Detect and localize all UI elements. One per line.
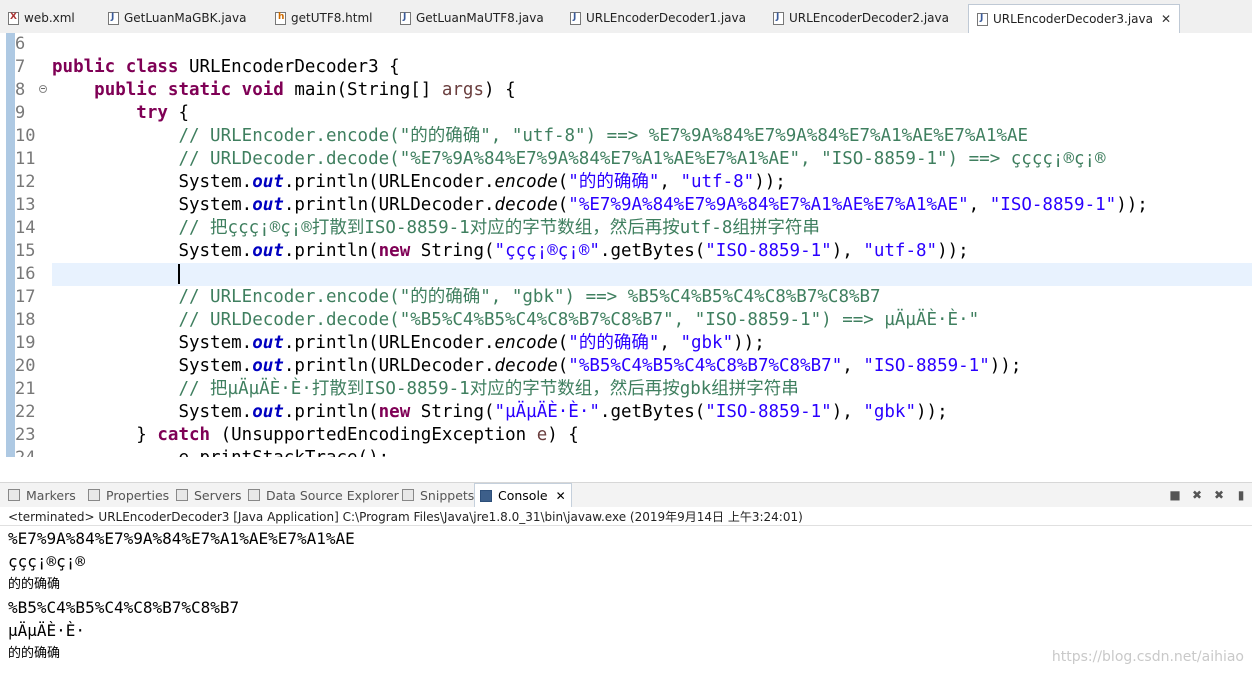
close-icon[interactable]: ✕: [1161, 12, 1171, 26]
line-number: 13: [15, 195, 36, 215]
tab-getutf8-html[interactable]: getUTF8.html: [275, 6, 373, 30]
overview-ruler: [6, 33, 15, 457]
xml-file-icon: [8, 11, 19, 25]
code-line: } catch (UnsupportedEncodingException e)…: [136, 425, 579, 445]
fold-toggle-icon[interactable]: [39, 85, 47, 93]
tab-web-xml[interactable]: web.xml: [8, 6, 75, 30]
snippets-icon: [402, 489, 414, 501]
html-file-icon: [275, 11, 286, 25]
line-number-gutter: 6 7 8 9 10 11 12 13 14 15 16 17 18 19 20…: [15, 33, 47, 457]
line-number: 18: [15, 310, 36, 330]
watermark: https://blog.csdn.net/aihiao: [1051, 649, 1244, 665]
editor-tab-bar: web.xml GetLuanMaGBK.java getUTF8.html G…: [0, 0, 1252, 34]
line-number: 9: [15, 103, 26, 123]
console-line: %B5%C4%B5%C4%C8%B7%C8%B7: [8, 598, 240, 617]
tab-properties[interactable]: Properties: [88, 483, 169, 507]
line-number: 23: [15, 425, 36, 445]
close-icon[interactable]: ✕: [556, 489, 566, 503]
current-line[interactable]: [52, 263, 1252, 286]
console-toolbar: ■ ✖ ✖ ▮: [1164, 483, 1252, 507]
java-file-icon: [570, 11, 581, 25]
java-file-icon: [400, 11, 411, 25]
console-line: %E7%9A%84%E7%9A%84%E7%A1%AE%E7%A1%AE: [8, 529, 355, 548]
tab-urlencoderdecoder1-java[interactable]: URLEncoderDecoder1.java: [570, 6, 746, 30]
code-line: System.out.println(new String("ççç¡®ç¡®"…: [178, 241, 969, 261]
line-number: 17: [15, 287, 36, 307]
tab-console[interactable]: Console ✕: [474, 483, 572, 507]
code-line: System.out.println(URLDecoder.decode("%B…: [178, 356, 1022, 376]
line-number: 24: [15, 447, 47, 457]
console-line: 的的确确: [8, 577, 61, 592]
code-editor[interactable]: 6 7 8 9 10 11 12 13 14 15 16 17 18 19 20…: [0, 33, 1252, 457]
code-line: // URLDecoder.decode("%B5%C4%B5%C4%C8%B7…: [178, 310, 980, 330]
line-number: 12: [15, 172, 36, 192]
data-source-icon: [248, 489, 260, 501]
remove-launch-icon[interactable]: ✖: [1190, 488, 1204, 502]
view-tab-bar: Markers Properties Servers Data Source E…: [0, 482, 1252, 507]
java-file-icon: [977, 12, 988, 26]
remove-all-terminated-icon[interactable]: ✖: [1212, 488, 1226, 502]
code-line: // URLDecoder.decode("%E7%9A%84%E7%9A%84…: [178, 149, 1106, 169]
code-line: System.out.println(URLEncoder.encode("的的…: [178, 333, 765, 353]
line-number: 6: [15, 34, 26, 54]
java-file-icon: [108, 11, 119, 25]
code-line: try {: [136, 103, 189, 123]
line-number: 16: [15, 264, 36, 284]
line-number: 7: [15, 57, 26, 77]
tab-getluanmautf8-java[interactable]: GetLuanMaUTF8.java: [400, 6, 544, 30]
line-number: 15: [15, 241, 36, 261]
tab-snippets[interactable]: Snippets: [402, 483, 474, 507]
code-line: // URLEncoder.encode("的的确确", "utf-8") ==…: [178, 126, 1029, 146]
line-number: 10: [15, 126, 36, 146]
tab-urlencoderdecoder3-java[interactable]: URLEncoderDecoder3.java✕: [968, 4, 1181, 33]
code-line: // URLEncoder.encode("的的确确", "gbk") ==> …: [178, 287, 881, 307]
code-line: public class URLEncoderDecoder3 {: [52, 57, 400, 77]
console-icon: [480, 489, 492, 502]
tab-markers[interactable]: Markers: [8, 483, 76, 507]
tab-servers[interactable]: Servers: [176, 483, 242, 507]
line-number: 21: [15, 379, 36, 399]
properties-icon: [88, 489, 100, 501]
line-number: 8: [15, 79, 47, 102]
tab-getluanmagbk-java[interactable]: GetLuanMaGBK.java: [108, 6, 247, 30]
line-number: 14: [15, 218, 36, 238]
line-number: 11: [15, 149, 36, 169]
tab-urlencoderdecoder2-java[interactable]: URLEncoderDecoder2.java: [773, 6, 949, 30]
code-line: // 把µÄµÄÈ·È·打散到ISO-8859-1对应的字节数组，然后再按gbk…: [178, 379, 799, 399]
servers-icon: [176, 489, 188, 501]
console-line: ççç¡®ç¡®: [8, 552, 86, 571]
console-process-label: <terminated> URLEncoderDecoder3 [Java Ap…: [0, 508, 1252, 526]
terminate-icon[interactable]: ■: [1168, 488, 1182, 502]
more-icon[interactable]: ▮: [1234, 488, 1248, 502]
java-file-icon: [773, 11, 784, 25]
code-line: // 把ççç¡®ç¡®打散到ISO-8859-1对应的字节数组，然后再按utf…: [178, 218, 820, 238]
line-number: 22: [15, 402, 36, 422]
code-line: e.printStackTrace();: [52, 447, 389, 457]
code-line: public static void main(String[] args) {: [94, 80, 516, 100]
text-cursor: [178, 264, 181, 284]
tab-data-source-explorer[interactable]: Data Source Explorer: [248, 483, 399, 507]
console-line: µÄµÄÈ·È·: [8, 621, 86, 640]
code-line: System.out.println(new String("µÄµÄÈ·È·"…: [178, 402, 948, 422]
markers-icon: [8, 489, 20, 501]
line-number: 20: [15, 356, 36, 376]
line-number: 19: [15, 333, 36, 353]
code-line: System.out.println(URLEncoder.encode("的的…: [178, 172, 786, 192]
code-line: System.out.println(URLDecoder.decode("%E…: [178, 195, 1148, 215]
